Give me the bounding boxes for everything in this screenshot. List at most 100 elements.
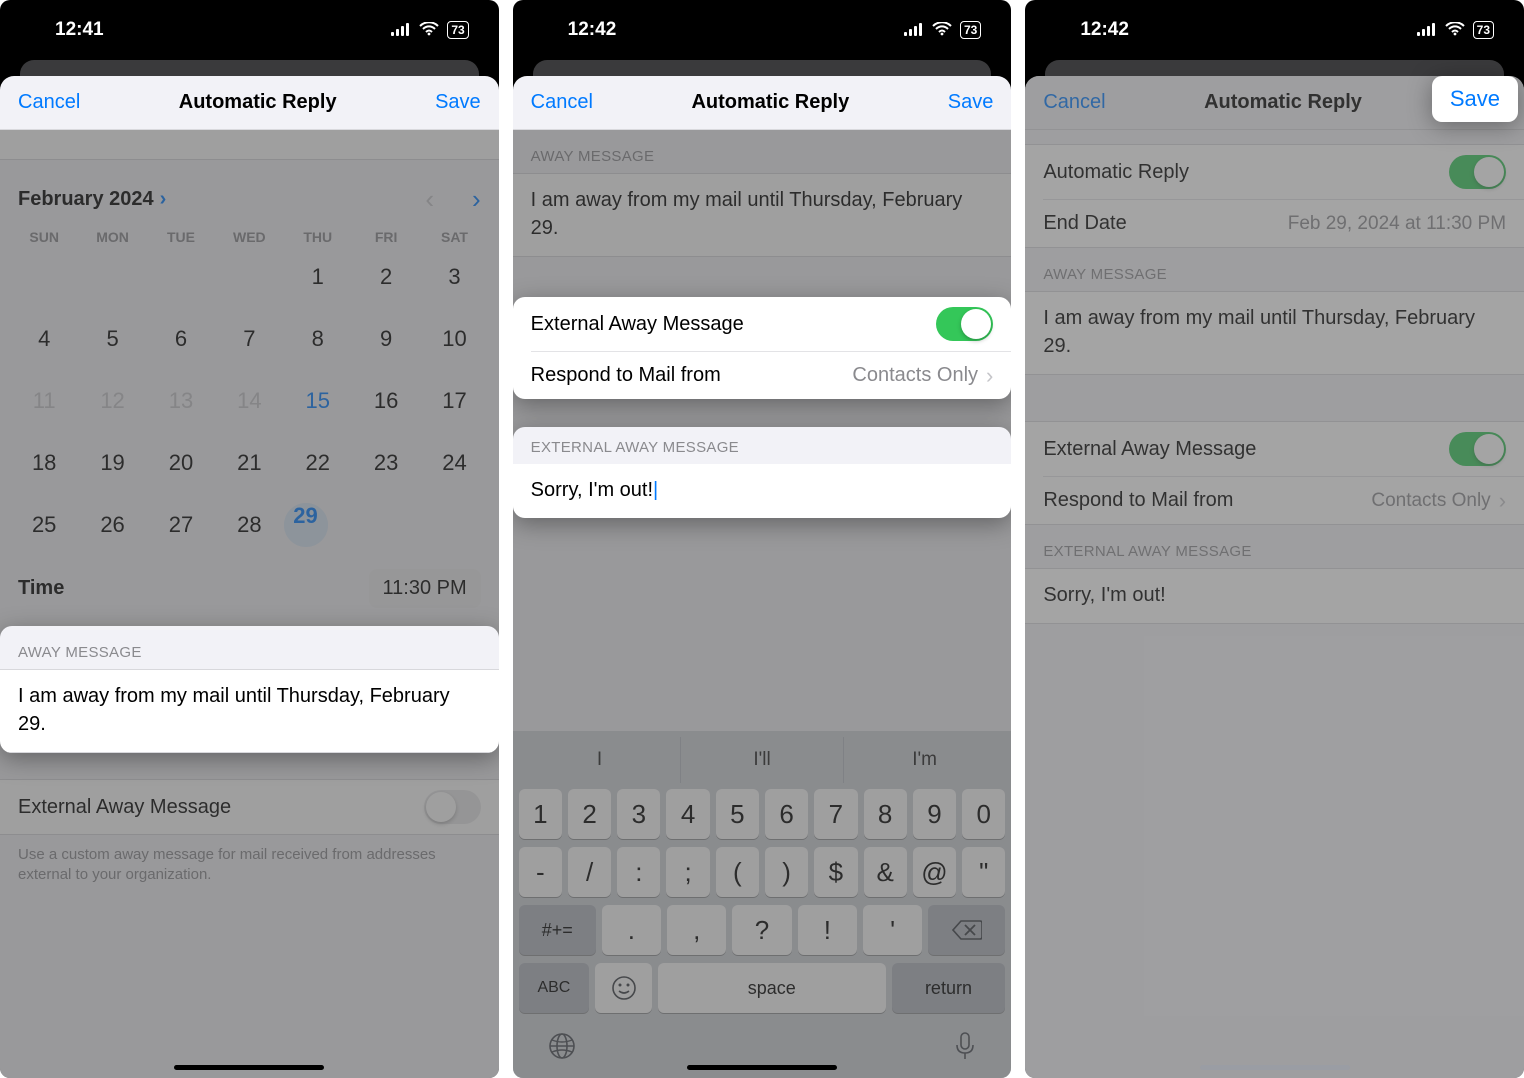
cancel-button[interactable]: Cancel xyxy=(1043,91,1105,114)
mic-icon[interactable] xyxy=(953,1031,977,1068)
calendar-day[interactable]: 2 xyxy=(352,255,420,299)
calendar-day[interactable]: 14 xyxy=(215,379,283,423)
key-row-3[interactable]: #+= . , ? ! ' xyxy=(519,905,1006,955)
calendar-day[interactable]: 23 xyxy=(352,441,420,485)
cancel-button[interactable]: Cancel xyxy=(531,91,593,114)
calendar-day[interactable]: 7 xyxy=(215,317,283,361)
key-row-2[interactable]: -/:;()$&@" xyxy=(519,847,1006,897)
key[interactable]: @ xyxy=(913,847,956,897)
key[interactable]: 6 xyxy=(765,789,808,839)
suggestion-bar[interactable]: II'llI'm xyxy=(519,737,1006,783)
save-button[interactable]: Save xyxy=(435,91,481,114)
toggle-on[interactable] xyxy=(936,307,993,341)
emoji-key[interactable] xyxy=(595,963,652,1013)
home-indicator[interactable] xyxy=(687,1065,837,1070)
key[interactable]: ; xyxy=(666,847,709,897)
toggle-off[interactable] xyxy=(424,790,481,824)
cancel-button[interactable]: Cancel xyxy=(18,91,80,114)
calendar-day[interactable]: 11 xyxy=(10,379,78,423)
key[interactable]: $ xyxy=(814,847,857,897)
time-picker[interactable]: 11:30 PM xyxy=(369,569,481,608)
calendar-day[interactable]: 21 xyxy=(215,441,283,485)
away-message-text[interactable]: I am away from my mail until Thursday, F… xyxy=(0,669,499,753)
mode-key[interactable]: #+= xyxy=(519,905,596,955)
calendar-day[interactable]: 19 xyxy=(78,441,146,485)
home-indicator[interactable] xyxy=(174,1065,324,1070)
key[interactable]: 5 xyxy=(716,789,759,839)
save-highlight[interactable]: Save xyxy=(1432,76,1518,122)
calendar-day[interactable]: 16 xyxy=(352,379,420,423)
abc-key[interactable]: ABC xyxy=(519,963,589,1013)
calendar-day[interactable]: 22 xyxy=(284,441,352,485)
key[interactable]: ( xyxy=(716,847,759,897)
calendar-day[interactable]: 18 xyxy=(10,441,78,485)
external-away-toggle-row[interactable]: External Away Message xyxy=(513,297,1012,351)
suggestion[interactable]: I'm xyxy=(843,737,1006,783)
key[interactable]: ? xyxy=(732,905,791,955)
calendar-day[interactable]: 1 xyxy=(284,255,352,299)
key[interactable]: 0 xyxy=(962,789,1005,839)
save-button[interactable]: Save xyxy=(948,91,994,114)
key[interactable]: 7 xyxy=(814,789,857,839)
key-row-1[interactable]: 1234567890 xyxy=(519,789,1006,839)
away-message-text[interactable]: I am away from my mail until Thursday, F… xyxy=(1025,291,1524,375)
key[interactable]: , xyxy=(667,905,726,955)
calendar-day[interactable]: 12 xyxy=(78,379,146,423)
key[interactable]: / xyxy=(568,847,611,897)
month-picker[interactable]: February 2024 › xyxy=(18,188,166,211)
calendar-day[interactable]: 9 xyxy=(352,317,420,361)
calendar-grid[interactable]: 1234567891011121314151617181920212223242… xyxy=(0,249,499,557)
calendar-day[interactable]: 6 xyxy=(147,317,215,361)
key[interactable]: " xyxy=(962,847,1005,897)
key[interactable]: 2 xyxy=(568,789,611,839)
key[interactable]: . xyxy=(602,905,661,955)
calendar-day[interactable]: 15 xyxy=(284,379,352,423)
suggestion[interactable]: I'll xyxy=(680,737,843,783)
space-key[interactable]: space xyxy=(658,963,886,1013)
key[interactable]: 1 xyxy=(519,789,562,839)
calendar-day[interactable]: 24 xyxy=(420,441,488,485)
calendar-day[interactable]: 25 xyxy=(10,503,78,547)
toggle-on[interactable] xyxy=(1449,432,1506,466)
calendar-day[interactable]: 26 xyxy=(78,503,146,547)
suggestion[interactable]: I xyxy=(519,737,681,783)
calendar-day[interactable]: 27 xyxy=(147,503,215,547)
calendar-day[interactable]: 4 xyxy=(10,317,78,361)
key[interactable]: 9 xyxy=(913,789,956,839)
calendar-day[interactable]: 20 xyxy=(147,441,215,485)
calendar-day[interactable]: 13 xyxy=(147,379,215,423)
external-message-text[interactable]: Sorry, I'm out! xyxy=(1025,568,1524,624)
return-key[interactable]: return xyxy=(892,963,1006,1013)
key[interactable]: 4 xyxy=(666,789,709,839)
calendar-day[interactable]: 10 xyxy=(420,317,488,361)
key[interactable]: - xyxy=(519,847,562,897)
calendar-day[interactable]: 3 xyxy=(420,255,488,299)
key-row-4[interactable]: ABC space return xyxy=(519,963,1006,1013)
key[interactable]: ) xyxy=(765,847,808,897)
calendar-day[interactable]: 5 xyxy=(78,317,146,361)
key[interactable]: & xyxy=(864,847,907,897)
key[interactable]: 8 xyxy=(864,789,907,839)
backspace-key[interactable] xyxy=(928,905,1005,955)
home-indicator[interactable] xyxy=(1200,1065,1350,1070)
external-away-toggle-row[interactable]: External Away Message xyxy=(0,780,499,834)
key[interactable]: 3 xyxy=(617,789,660,839)
prev-month-button[interactable]: ‹ xyxy=(425,184,434,215)
keyboard[interactable]: II'llI'm 1234567890 -/:;()$&@" #+= . , ?… xyxy=(513,731,1012,1078)
calendar-day[interactable]: 29 xyxy=(284,503,328,547)
respond-to-row[interactable]: Respond to Mail from Contacts Only › xyxy=(531,351,1012,399)
calendar-day[interactable]: 17 xyxy=(420,379,488,423)
end-date-row[interactable]: End Date Feb 29, 2024 at 11:30 PM xyxy=(1043,199,1524,247)
key[interactable]: ! xyxy=(798,905,857,955)
external-message-text[interactable]: Sorry, I'm out!| xyxy=(513,464,1012,518)
calendar-day[interactable]: 8 xyxy=(284,317,352,361)
key[interactable]: : xyxy=(617,847,660,897)
external-away-toggle-row[interactable]: External Away Message xyxy=(1025,422,1524,476)
toggle-on[interactable] xyxy=(1449,155,1506,189)
calendar-day[interactable]: 28 xyxy=(215,503,283,547)
next-month-button[interactable]: › xyxy=(472,184,481,215)
key[interactable]: ' xyxy=(863,905,922,955)
globe-icon[interactable] xyxy=(547,1031,577,1068)
auto-reply-toggle-row[interactable]: Automatic Reply xyxy=(1025,145,1524,199)
respond-to-row[interactable]: Respond to Mail from Contacts Only › xyxy=(1043,476,1524,524)
